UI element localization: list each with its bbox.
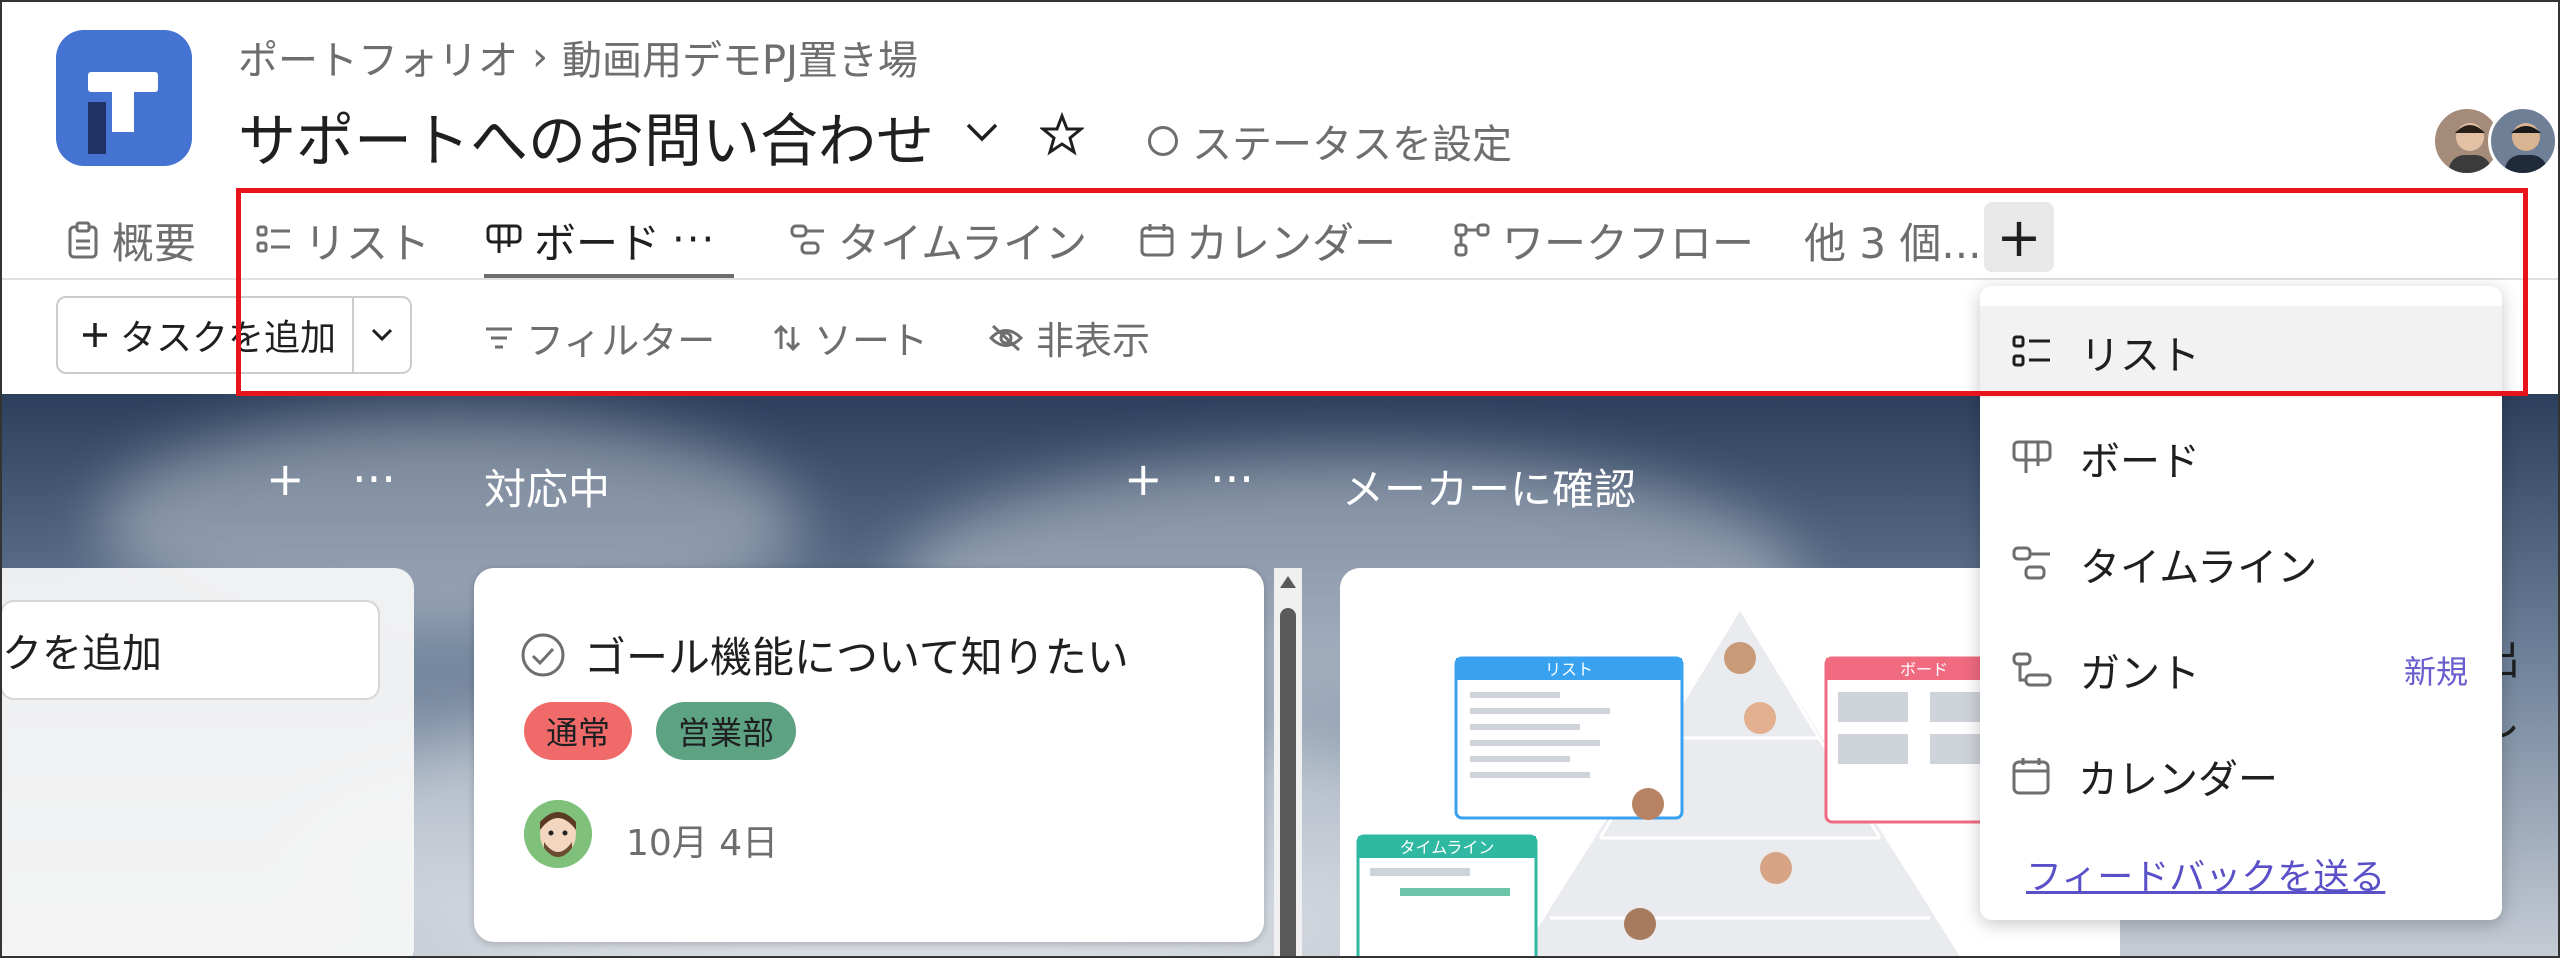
- tab-label: 概要: [112, 218, 197, 268]
- tag-department: 営業部: [656, 702, 797, 760]
- scroll-up-arrow-icon[interactable]: [1278, 574, 1298, 590]
- list-icon: [256, 225, 290, 253]
- tab-overview[interactable]: 概要: [66, 212, 196, 268]
- add-task-label: タスクを追加: [120, 318, 337, 359]
- calendar-icon: [1140, 224, 1174, 257]
- column-title: 対応中: [484, 465, 611, 514]
- page-title: サポートへのお問い合わせ: [238, 107, 935, 175]
- add-task-button[interactable]: タスクを追加: [58, 298, 354, 372]
- plus-icon: [83, 323, 107, 347]
- add-task-input-text: クを追加: [2, 631, 162, 677]
- breadcrumb-portfolio-link[interactable]: ポートフォリオ: [238, 28, 518, 86]
- menu-item-calendar[interactable]: カレンダー: [1980, 730, 2502, 822]
- column-add-button[interactable]: +: [266, 452, 305, 506]
- add-task-split-button: タスクを追加: [56, 296, 412, 374]
- chevron-down-icon[interactable]: [962, 112, 1002, 152]
- clipboard-icon: [68, 221, 98, 259]
- avatar[interactable]: [524, 800, 592, 868]
- tab-label: カレンダー: [1186, 218, 1397, 268]
- eye-off-icon: [988, 324, 1024, 351]
- scrollbar-thumb[interactable]: [1280, 608, 1296, 958]
- tab-label: ボード: [534, 218, 661, 268]
- filter-icon: [486, 327, 512, 348]
- hide-button[interactable]: 非表示: [988, 310, 1150, 365]
- promo-list-label: リスト: [1545, 660, 1593, 679]
- tab-label: タイムライン: [838, 218, 1088, 268]
- sort-icon: [773, 324, 801, 351]
- tab-timeline[interactable]: タイムライン: [790, 212, 1087, 268]
- check-circle-icon[interactable]: [520, 632, 566, 678]
- feedback-link[interactable]: フィードバックを送る: [2026, 848, 2385, 900]
- task-title: ゴール機能について知りたい: [520, 624, 1129, 685]
- new-badge: 新規: [2403, 653, 2468, 691]
- tab-more-views[interactable]: 他 3 個...: [1804, 212, 1981, 268]
- star-icon[interactable]: [1040, 112, 1084, 156]
- task-card[interactable]: ゴール機能について知りたい 通常 営業部 10月 4日: [474, 568, 1264, 942]
- column-title: メーカーに確認: [1342, 465, 1637, 514]
- column-more-button[interactable]: ···: [1210, 452, 1254, 506]
- column-add-button[interactable]: +: [1124, 452, 1163, 506]
- status-label: ステータスを設定: [1192, 122, 1512, 168]
- column-scrollbar[interactable]: [1274, 568, 1302, 958]
- due-date: 10月 4日: [626, 823, 779, 864]
- menu-item-label: ボード: [2080, 439, 2200, 485]
- breadcrumb-separator: ›: [532, 34, 548, 80]
- gantt-icon: [2012, 652, 2052, 687]
- timeline-icon: [2012, 546, 2050, 580]
- tag-priority: 通常: [524, 702, 633, 760]
- plus-icon: +: [1996, 205, 2042, 269]
- divider: [0, 278, 2560, 280]
- board-icon: [486, 224, 522, 253]
- set-status-button[interactable]: ステータスを設定: [1148, 112, 1512, 170]
- view-tabs: 概要 リスト ボード ··· タイムライン カレンダー ワークフロー 他 3 個…: [0, 190, 2560, 280]
- timeline-icon: [790, 224, 824, 255]
- menu-item-board[interactable]: ボード: [1980, 412, 2502, 504]
- tab-calendar[interactable]: カレンダー: [1140, 212, 1396, 268]
- add-task-input[interactable]: クを追加: [0, 600, 380, 700]
- calendar-icon: [2012, 758, 2050, 795]
- chevron-down-icon: [371, 328, 393, 342]
- menu-item-timeline[interactable]: タイムライン: [1980, 518, 2502, 610]
- menu-item-label: ガント: [2080, 651, 2200, 697]
- menu-item-label: カレンダー: [2078, 757, 2278, 803]
- filter-label: フィルター: [526, 319, 716, 363]
- menu-item-list[interactable]: リスト: [1980, 306, 2502, 398]
- breadcrumb: ポートフォリオ › 動画用デモPJ置き場: [238, 28, 918, 86]
- tab-more-options[interactable]: ···: [672, 217, 716, 263]
- tab-list[interactable]: リスト: [256, 212, 430, 268]
- promo-board-label: ボード: [1900, 660, 1948, 679]
- status-circle-icon: [1148, 126, 1178, 156]
- tab-label: ワークフロー: [1502, 218, 1755, 268]
- tab-workflow[interactable]: ワークフロー: [1454, 212, 1754, 268]
- project-app-icon: [56, 30, 192, 166]
- tab-label: 他 3 個...: [1804, 218, 1982, 268]
- add-task-dropdown-button[interactable]: [354, 321, 410, 349]
- avatar[interactable]: [2488, 106, 2558, 176]
- board-icon: [2012, 440, 2052, 473]
- add-tab-button[interactable]: +: [1984, 202, 2054, 272]
- task-title-text: ゴール機能について知りたい: [584, 633, 1129, 682]
- menu-item-gantt[interactable]: ガント 新規: [1980, 624, 2502, 716]
- promo-timeline-label: タイムライン: [1400, 838, 1495, 857]
- menu-item-label: リスト: [2080, 333, 2200, 379]
- filter-button[interactable]: フィルター: [484, 310, 715, 365]
- tab-board[interactable]: ボード ···: [486, 212, 716, 268]
- tab-label: リスト: [304, 218, 431, 268]
- breadcrumb-project-link[interactable]: 動画用デモPJ置き場: [562, 28, 918, 86]
- workflow-icon: [1454, 223, 1490, 257]
- column-more-button[interactable]: ···: [352, 452, 396, 506]
- add-view-menu: リスト ボード タイムライン ガント 新規 カレンダー フィードバックを送る: [1980, 286, 2502, 920]
- hide-label: 非表示: [1036, 319, 1151, 363]
- sort-label: ソート: [814, 319, 929, 363]
- list-icon: [2012, 335, 2050, 367]
- menu-item-label: タイムライン: [2080, 545, 2318, 591]
- sort-button[interactable]: ソート: [772, 310, 928, 365]
